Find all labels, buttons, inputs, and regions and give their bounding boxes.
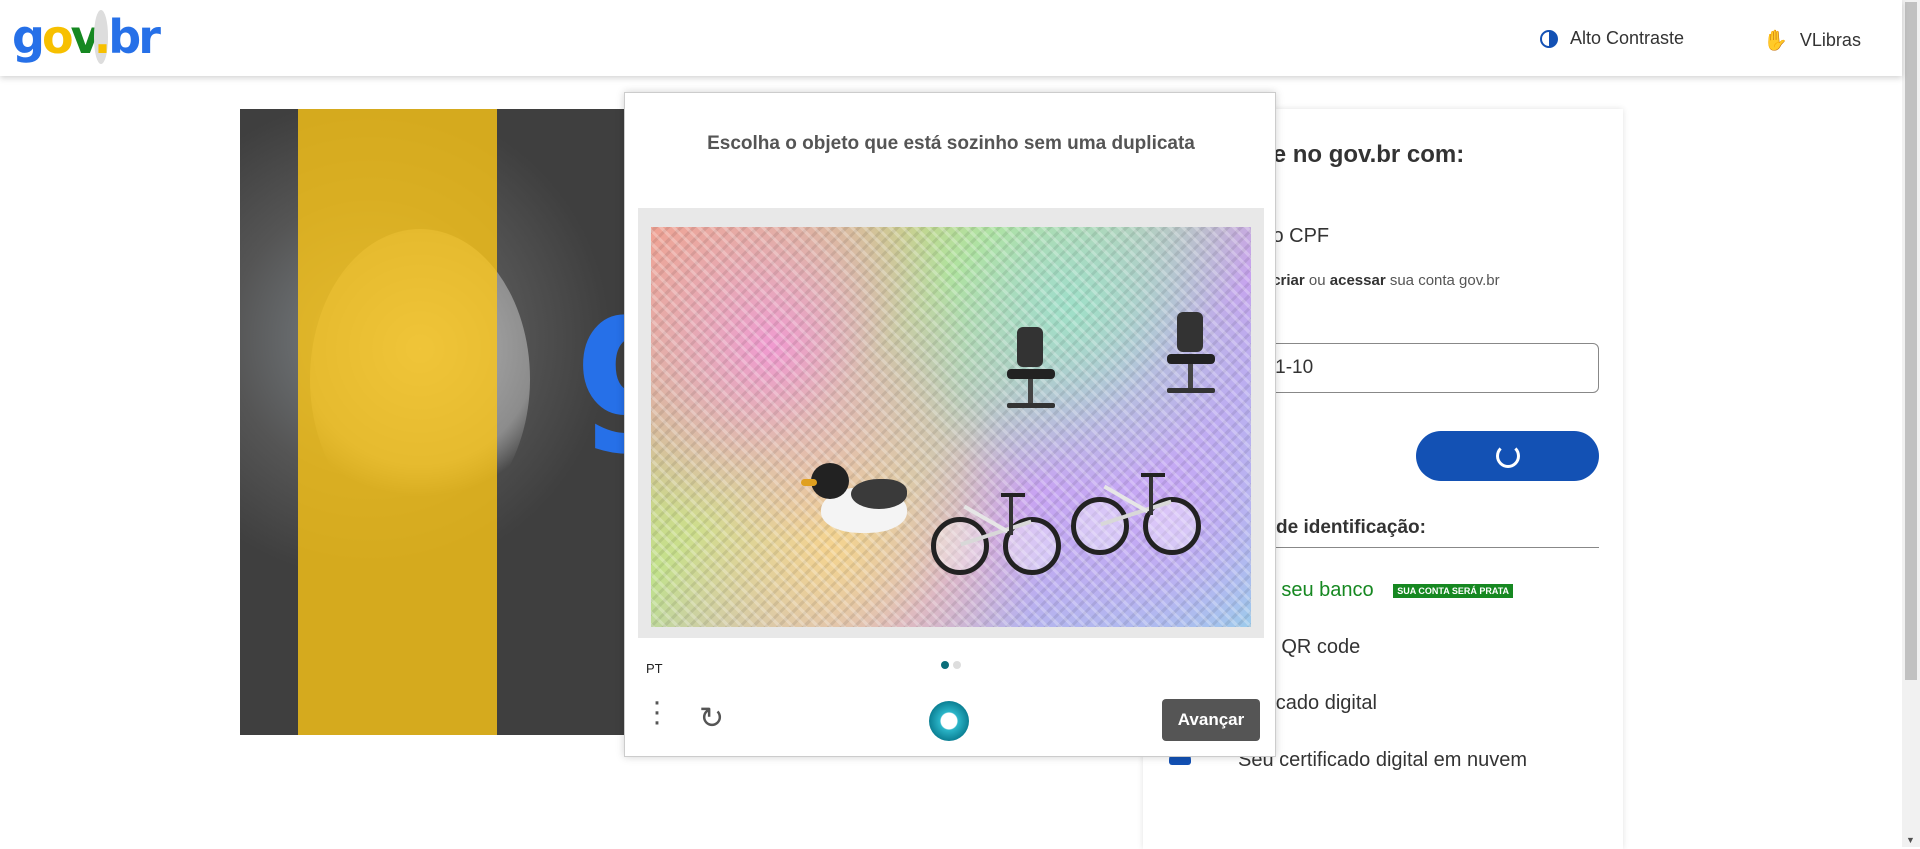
- captcha-object-chair[interactable]: [1001, 327, 1061, 417]
- cpf-desc-create: criar: [1272, 272, 1305, 289]
- cpf-description: para criar ou acessar sua conta gov.br: [1238, 272, 1500, 289]
- silver-account-badge: SUA CONTA SERÁ PRATA: [1393, 583, 1514, 598]
- logo-letter-v: v: [70, 10, 97, 64]
- captcha-object-bicycle[interactable]: [1071, 467, 1201, 557]
- progress-dot: [953, 661, 961, 669]
- cpf-desc-or: ou: [1304, 272, 1330, 289]
- cpf-input[interactable]: 261-10: [1233, 343, 1599, 393]
- contrast-icon: [1540, 29, 1558, 48]
- high-contrast-toggle[interactable]: Alto Contraste: [1540, 28, 1684, 49]
- captcha-image[interactable]: [651, 227, 1251, 627]
- govbr-logo[interactable]: gov.br: [12, 10, 161, 64]
- loading-spinner-icon: [1496, 444, 1520, 468]
- next-button[interactable]: Avançar: [1162, 699, 1260, 741]
- scrollbar-thumb[interactable]: [1905, 2, 1917, 680]
- cpf-desc-access: acessar: [1329, 272, 1386, 289]
- hcaptcha-modal: Escolha o objeto que está sozinho sem um…: [624, 92, 1276, 757]
- progress-dot-active: [941, 661, 949, 669]
- scroll-down-icon[interactable]: ▼: [1906, 835, 1915, 845]
- cloud-certificate-option[interactable]: Seu certificado digital em nuvem: [1238, 749, 1527, 772]
- captcha-challenge-area: [638, 208, 1264, 638]
- bank-login-option[interactable]: com seu banco SUA CONTA SERÁ PRATA: [1238, 579, 1514, 602]
- challenge-progress-dots: [941, 661, 961, 669]
- logo-letters-br: br: [108, 10, 161, 64]
- logo-dot: .: [93, 10, 111, 64]
- captcha-prompt: Escolha o objeto que está sozinho sem um…: [707, 133, 1195, 154]
- captcha-object-duck[interactable]: [801, 457, 911, 543]
- continue-button[interactable]: [1416, 431, 1599, 481]
- vlibras-button[interactable]: ✋ VLibras: [1763, 28, 1861, 53]
- yellow-stripe: [298, 109, 497, 735]
- vlibras-label: VLibras: [1799, 30, 1861, 50]
- language-selector[interactable]: PT: [646, 661, 663, 676]
- sign-language-icon: ✋: [1763, 30, 1788, 52]
- logo-letter-g: g: [12, 10, 45, 64]
- captcha-object-bicycle[interactable]: [931, 487, 1061, 577]
- refresh-icon[interactable]: ↻: [699, 701, 724, 736]
- hero-banner: g: [240, 109, 640, 735]
- logo-letter-o: o: [41, 10, 74, 64]
- high-contrast-label: Alto Contraste: [1570, 28, 1685, 48]
- captcha-object-chair[interactable]: [1161, 312, 1221, 402]
- hcaptcha-logo-icon[interactable]: [929, 701, 969, 741]
- more-options-icon[interactable]: · · ·: [647, 687, 667, 737]
- cpf-desc-suffix: sua conta gov.br: [1385, 272, 1500, 289]
- page-scrollbar[interactable]: ▲ ▼: [1902, 0, 1920, 847]
- site-header: gov.br Alto Contraste ✋ VLibras: [0, 0, 1902, 76]
